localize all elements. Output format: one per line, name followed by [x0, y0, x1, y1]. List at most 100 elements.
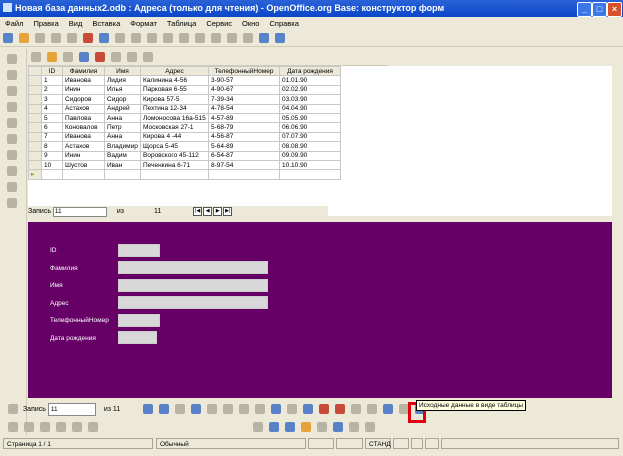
table-row[interactable]: 6 Коновалов Петр Московская 27-1 5-68-79 06.0… — [28, 122, 341, 133]
table-cell[interactable]: 1 — [41, 75, 63, 86]
callout-icon[interactable] — [332, 422, 343, 432]
nav-record-input[interactable] — [47, 402, 96, 416]
table-cell[interactable]: 09.09.90 — [279, 150, 341, 161]
refresh-control-icon[interactable] — [287, 404, 298, 414]
table-cell[interactable]: 05.05.90 — [279, 112, 341, 124]
row-handle[interactable] — [28, 112, 42, 124]
table-cell[interactable]: Петр — [104, 122, 141, 133]
rectangle-icon[interactable] — [268, 422, 279, 432]
hyperlink-icon[interactable] — [227, 33, 237, 43]
paste-icon[interactable] — [179, 33, 189, 43]
next-icon[interactable] — [175, 404, 186, 414]
table-row[interactable]: 4 Астахов Андрей Пехтина 12-34 4-78-54 04.04.… — [28, 103, 341, 114]
table-cell[interactable]: Щорса 5-45 — [140, 141, 209, 152]
sort-asc-icon[interactable] — [303, 404, 314, 414]
table-cell[interactable]: 02.02.90 — [279, 84, 341, 96]
table-row[interactable]: 9 Инин Вадим Воровского 45-112 6-54-87 09.09.… — [28, 150, 341, 161]
row-handle[interactable] — [28, 103, 42, 114]
find-record-icon[interactable] — [8, 404, 18, 414]
record-input[interactable] — [52, 206, 107, 217]
row-handle[interactable] — [28, 131, 42, 143]
table-cell[interactable]: 3 — [41, 94, 63, 105]
first-record-button[interactable]: |◀ — [193, 206, 203, 216]
table-cell[interactable]: 01.01.90 — [279, 75, 341, 86]
table-cell[interactable] — [208, 169, 280, 180]
ellipse-icon[interactable] — [284, 422, 295, 432]
navigator-icon[interactable] — [259, 33, 269, 43]
help-icon[interactable] — [275, 33, 285, 43]
delete-record-icon[interactable] — [255, 404, 266, 414]
table-cell[interactable]: Сидор — [104, 94, 141, 105]
table-cell[interactable]: Павлова — [62, 112, 105, 124]
table-cell[interactable]: Иван — [104, 159, 141, 171]
edit-data-icon[interactable] — [31, 52, 41, 62]
row-handle[interactable] — [28, 84, 42, 96]
text-icon[interactable] — [316, 422, 327, 432]
table-cell[interactable]: Парковая 6-55 — [140, 84, 209, 96]
table-cell[interactable]: Андрей — [104, 103, 141, 114]
table-cell[interactable]: 10 — [41, 159, 63, 171]
table-cell[interactable]: 4-56-87 — [208, 131, 280, 143]
menu-table[interactable]: Таблица — [167, 19, 196, 28]
anchor-icon[interactable] — [56, 422, 66, 432]
edit-icon[interactable] — [67, 33, 77, 43]
radio-icon[interactable] — [7, 134, 17, 144]
status-mode[interactable]: СТАНД — [365, 438, 391, 449]
table-cell[interactable]: Иванова — [62, 131, 105, 143]
field-address[interactable] — [118, 296, 268, 309]
table-cell[interactable]: Астахов — [62, 141, 105, 152]
button-icon[interactable] — [7, 118, 17, 128]
menu-tools[interactable]: Сервис — [206, 19, 232, 28]
sort-asc-icon[interactable] — [79, 52, 89, 62]
autofilter-icon[interactable] — [351, 404, 362, 414]
email-icon[interactable] — [51, 33, 61, 43]
copy-icon[interactable] — [163, 33, 173, 43]
undo-record-icon[interactable] — [239, 404, 250, 414]
first-icon[interactable] — [143, 404, 154, 414]
table-row[interactable]: 1 Иванова Лидия Калинина 4-56 3-90-57 01.01.9… — [28, 75, 341, 86]
table-row[interactable]: 5 Павлова Анна Ломоносова 16а-515 4-57-89 05.… — [28, 112, 341, 124]
close-button[interactable]: × — [607, 2, 622, 17]
table-row[interactable]: 3 Сидоров Сидор Кирова 57-5 7-39-34 03.03.90 — [28, 94, 341, 105]
new-row[interactable]: ▸ — [28, 169, 341, 180]
combobox-icon[interactable] — [7, 166, 17, 176]
field-surname[interactable] — [118, 261, 268, 274]
table-cell[interactable]: 4-90-67 — [208, 84, 280, 96]
table-cell[interactable] — [41, 169, 63, 180]
table-cell[interactable] — [62, 169, 105, 180]
remove-filter-icon[interactable] — [143, 52, 153, 62]
select-icon[interactable] — [7, 54, 17, 64]
table-cell[interactable]: Илья — [104, 84, 141, 96]
wizard-icon[interactable] — [7, 198, 17, 208]
row-handle[interactable] — [28, 159, 42, 171]
table-cell[interactable]: 5-68-79 — [208, 122, 280, 133]
table-cell[interactable]: 10.10.90 — [279, 159, 341, 171]
field-phone[interactable] — [118, 314, 160, 327]
field-birthdate[interactable] — [118, 331, 157, 344]
table-row[interactable]: 7 Иванова Анна Кирова 4 -44 4-56-87 07.07.90 — [28, 131, 341, 143]
align-icon[interactable] — [24, 422, 34, 432]
sort-desc-icon[interactable] — [95, 52, 105, 62]
table-cell[interactable]: Ломоносова 16а-515 — [140, 112, 209, 124]
redo-icon[interactable] — [211, 33, 221, 43]
table-cell[interactable]: 8-97-54 — [208, 159, 280, 171]
table-cell[interactable]: Анна — [104, 112, 141, 124]
table-row[interactable]: 2 Инин Илья Парковая 6-55 4-90-67 02.02.90 — [28, 84, 341, 96]
table-cell[interactable] — [104, 169, 141, 180]
design-mode-icon[interactable] — [7, 70, 17, 80]
table-cell[interactable]: 8 — [41, 141, 63, 152]
table-cell[interactable]: Астахов — [62, 103, 105, 114]
table-row[interactable]: 10 Шустов Иван Печенкина 6-71 8-97-54 10.10.9… — [28, 159, 341, 171]
table-cell[interactable]: Анна — [104, 131, 141, 143]
sort-desc-icon[interactable] — [319, 404, 330, 414]
row-handle[interactable] — [28, 141, 42, 152]
table-cell[interactable]: 7-39-34 — [208, 94, 280, 105]
cut-icon[interactable] — [147, 33, 157, 43]
table-cell[interactable]: 6 — [41, 122, 63, 133]
menu-window[interactable]: Окно — [242, 19, 259, 28]
table-cell[interactable]: 9 — [41, 150, 63, 161]
prev-record-button[interactable]: ◀ — [203, 206, 213, 216]
table-cell[interactable]: 6-54-87 — [208, 150, 280, 161]
table-cell[interactable]: 07.07.90 — [279, 131, 341, 143]
table-cell[interactable]: 7 — [41, 131, 63, 143]
